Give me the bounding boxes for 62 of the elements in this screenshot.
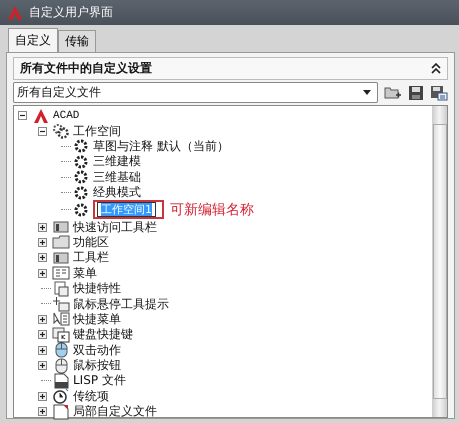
tree-item[interactable]: 功能区 [73, 234, 109, 251]
gears-icon [52, 123, 70, 140]
toolbar-icon [52, 219, 70, 236]
expand-node-icon[interactable] [38, 222, 47, 232]
tree-item[interactable]: 菜单 [73, 264, 97, 282]
file-icon [52, 372, 70, 389]
tooltip-icon [52, 296, 70, 312]
tree-item[interactable]: 双击动作 [73, 342, 121, 359]
expand-node-icon[interactable] [38, 361, 47, 370]
tree-item[interactable]: 经典模式 [93, 184, 141, 202]
window-title: 自定义用户界面 [29, 4, 113, 21]
tree-item[interactable]: 鼠标按钮 [73, 357, 121, 374]
logo-icon [32, 108, 50, 124]
panel-title: 所有文件中的自定义设置 [20, 60, 152, 77]
tab[interactable]: 自定义 [8, 28, 58, 52]
file-dropdown[interactable]: 所有自定义文件 [13, 82, 378, 103]
tree-item[interactable]: 三维建模 [93, 153, 141, 170]
caret-icon[interactable] [363, 90, 371, 95]
tree-item[interactable]: 鼠标悬停工具提示 [73, 296, 169, 312]
annotation-text: 可新编辑名称 [170, 200, 254, 219]
tree-item[interactable]: 局部自定义文件 [73, 403, 157, 420]
tab[interactable]: 传输 [58, 30, 96, 52]
scrollbar[interactable] [432, 106, 447, 417]
save-as-icon[interactable] [430, 84, 448, 100]
expand-node-icon[interactable] [38, 314, 47, 324]
save-icon[interactable] [408, 84, 424, 100]
expand-node-icon[interactable] [38, 407, 47, 416]
menu-icon [52, 265, 70, 282]
toolbar-icon [52, 250, 70, 266]
tree-item[interactable]: 工具栏 [73, 249, 109, 266]
logo-icon [7, 4, 23, 20]
keyboard-icon [52, 326, 70, 343]
gear-icon [72, 154, 90, 170]
gear-icon [72, 184, 90, 201]
tree-item[interactable]: 草图与注释 默认（当前） [93, 138, 229, 155]
scroll-thumb[interactable] [432, 124, 446, 400]
gear-icon [72, 202, 90, 218]
tree-item[interactable]: 快捷菜单 [73, 310, 121, 328]
open-folder-icon[interactable] [384, 84, 402, 100]
collapse-icon[interactable] [431, 62, 441, 74]
tree-item[interactable]: ACAD [53, 110, 80, 122]
expand-node-icon[interactable] [38, 392, 47, 401]
tree-item[interactable]: 键盘快捷键 [73, 326, 133, 344]
gear-icon [72, 138, 90, 154]
properties-icon [52, 280, 70, 297]
tree-item[interactable]: 工作空间 [73, 122, 121, 140]
tree-item[interactable]: LISP 文件 [73, 372, 126, 390]
tree-item[interactable]: 传统项 [73, 388, 109, 405]
expand-node-icon[interactable] [38, 330, 47, 340]
collapse-node-icon[interactable] [18, 111, 27, 120]
expand-node-icon[interactable] [38, 238, 47, 247]
clock-icon [52, 388, 70, 404]
expand-node-icon[interactable] [38, 253, 47, 262]
folder-icon [52, 234, 70, 250]
tree-item[interactable]: 快速访问工具栏 [73, 218, 157, 236]
expand-node-icon[interactable] [38, 346, 47, 355]
expand-node-icon[interactable] [38, 268, 47, 278]
tree-item[interactable]: 三维基础 [93, 168, 141, 186]
collapse-node-icon[interactable] [38, 126, 47, 136]
gear-icon [72, 169, 90, 186]
cursor-menu-icon [52, 311, 70, 328]
tree-item[interactable]: 快捷特性 [73, 280, 121, 298]
